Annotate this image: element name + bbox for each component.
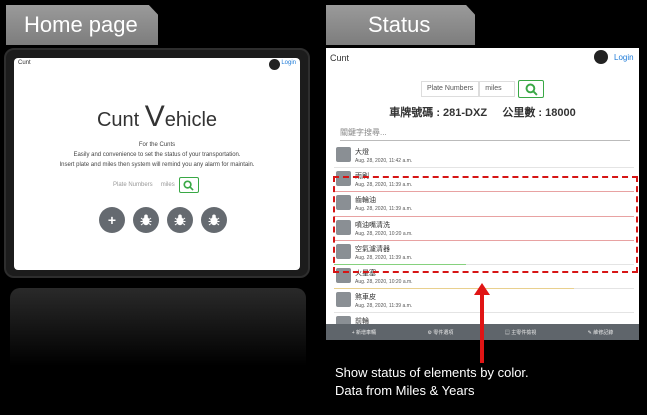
- plate-input[interactable]: Plate Numbers: [421, 81, 480, 97]
- bug-icon[interactable]: [167, 207, 193, 233]
- home-search-form: Plate Numbers miles: [109, 177, 199, 193]
- keyword-search-input[interactable]: 關鍵字搜尋...: [340, 127, 630, 141]
- part-thumbnail-icon: [336, 147, 351, 162]
- miles-input[interactable]: miles: [479, 81, 516, 97]
- arrow-up-icon: [474, 283, 490, 363]
- home-device-frame: Cunt Login Cunt Vehicle For the Cunts Ea…: [4, 48, 310, 278]
- bug-icon[interactable]: [201, 207, 227, 233]
- home-desc-line1: Easily and convenience to set the status…: [73, 152, 241, 158]
- part-date: Aug. 28, 2020, 10:20 a.m.: [355, 278, 413, 285]
- search-icon: [183, 179, 194, 191]
- caption-line2: Data from Miles & Years: [335, 383, 475, 398]
- caption: Show status of elements by color. Data f…: [335, 364, 529, 400]
- home-screen: Cunt Login Cunt Vehicle For the Cunts Ea…: [14, 58, 300, 270]
- home-search-button[interactable]: [178, 177, 199, 193]
- part-name: 大燈: [355, 149, 369, 156]
- home-login-link[interactable]: Login: [281, 60, 296, 66]
- user-avatar-icon[interactable]: [594, 50, 608, 64]
- list-item[interactable]: 大燈 Aug. 28, 2020, 11:42 a.m.: [334, 144, 634, 169]
- nav-add-vehicle[interactable]: + 新增車輛: [352, 329, 376, 336]
- part-date: Aug. 28, 2020, 11:39 a.m.: [355, 303, 413, 310]
- part-date: Aug. 28, 2020, 11:42 a.m.: [355, 158, 413, 164]
- home-title: Cunt Vehicle: [14, 100, 300, 134]
- home-plate-input[interactable]: Plate Numbers: [109, 182, 157, 188]
- part-name: 煞車皮: [355, 294, 376, 302]
- home-action-buttons: +: [99, 207, 227, 233]
- status-login-link[interactable]: Login: [614, 53, 634, 62]
- vehicle-info: 車牌號碼 : 281-DXZ 公里數 : 18000: [326, 104, 639, 120]
- home-title-prefix: Cunt: [96, 109, 145, 131]
- nav-maintenance-log[interactable]: ✎ 維修記錄: [588, 329, 614, 336]
- home-title-big-letter: V: [144, 100, 165, 133]
- user-avatar-icon[interactable]: [269, 59, 280, 70]
- home-for-line: For the Cunts: [138, 142, 176, 148]
- status-search-button[interactable]: [518, 80, 545, 98]
- nav-main-parts[interactable]: ▤ 主零件檢視: [505, 329, 536, 336]
- add-icon[interactable]: +: [99, 207, 125, 233]
- device-reflection: [10, 288, 306, 380]
- status-brand[interactable]: Cunt: [330, 53, 349, 63]
- status-search-form: Plate Numbers miles: [421, 80, 545, 98]
- tab-status: Status: [326, 5, 475, 45]
- home-miles-input[interactable]: miles: [157, 182, 179, 188]
- nav-part-options[interactable]: ⚙ 零件選項: [427, 329, 453, 336]
- part-thumbnail-icon: [336, 292, 351, 308]
- home-brand[interactable]: Cunt: [18, 60, 31, 66]
- plate-label: 車牌號碼 : 281-DXZ: [389, 107, 488, 119]
- tab-home-page: Home page: [6, 5, 158, 45]
- highlight-box: [333, 176, 638, 273]
- search-icon: [525, 83, 538, 96]
- home-desc-line2: Insert plate and miles then system will …: [59, 162, 255, 168]
- miles-label: 公里數 : 18000: [502, 107, 576, 119]
- bug-icon[interactable]: [133, 207, 159, 233]
- caption-line1: Show status of elements by color.: [335, 365, 529, 380]
- home-title-rest: ehicle: [164, 109, 218, 131]
